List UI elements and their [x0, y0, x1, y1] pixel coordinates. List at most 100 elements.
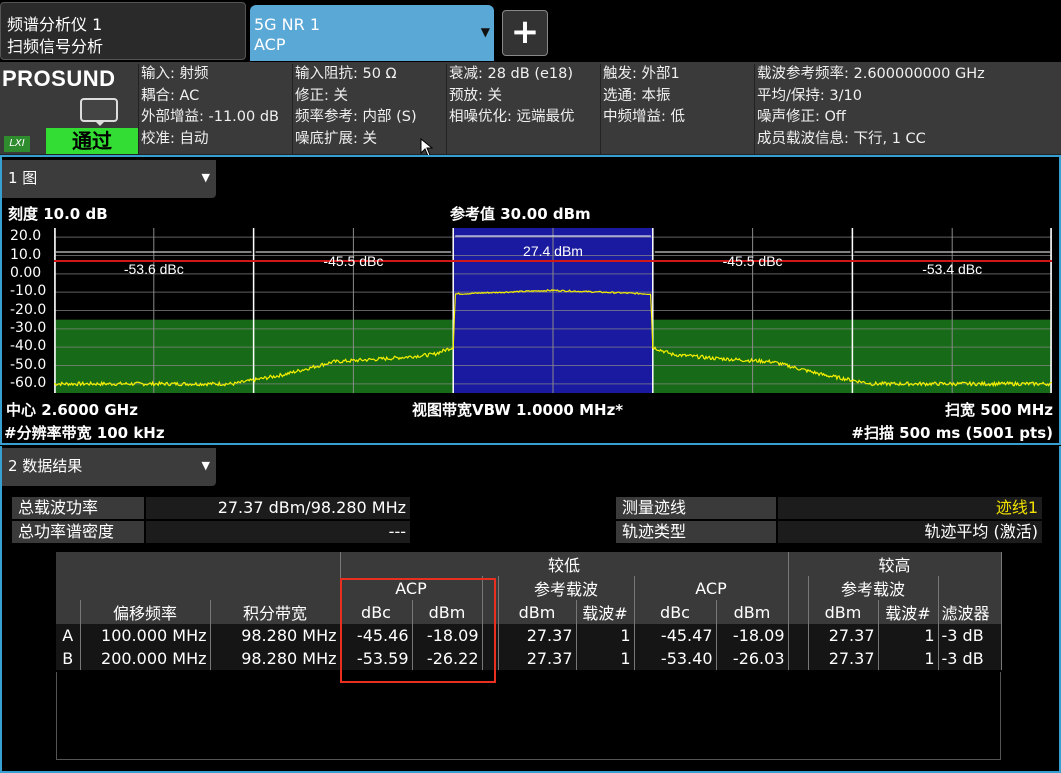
tab-spectrum-analyzer[interactable]: 频谱分析仪 1 扫频信号分析	[0, 2, 246, 60]
cell-low-ref-dbm: 27.37	[498, 647, 577, 670]
tab-subtitle: 扫频信号分析	[7, 37, 104, 56]
tab-title: 5G NR 1	[254, 15, 321, 34]
dropdown-arrow-icon: ▼	[201, 171, 210, 184]
cell-low-ref-dbm: 27.37	[498, 624, 577, 647]
window-1-selector[interactable]: 1 图 ▼	[2, 160, 216, 198]
message-icon[interactable]	[80, 98, 118, 126]
rbw-label[interactable]: #分辨率带宽 100 kHz	[4, 422, 165, 443]
trace-type-value: 轨迹平均 (激活)	[778, 521, 1042, 543]
info-correction: 修正: 关	[295, 87, 348, 104]
y-tick-label: -20.0	[10, 301, 47, 318]
col-integ-bw: 积分带宽	[210, 600, 341, 624]
y-tick-label: -60.0	[10, 374, 47, 391]
table-row[interactable]: A 100.000 MHz 98.280 MHz -45.46 -18.09 2…	[56, 624, 1002, 647]
psd-value: ---	[146, 521, 410, 543]
measure-trace-value[interactable]: 迹线1	[778, 497, 1042, 519]
psd-label: 总功率谱密度	[12, 521, 144, 543]
table-row[interactable]: B 200.000 MHz 98.280 MHz -53.59 -26.22 2…	[56, 647, 1002, 670]
ref-level-label[interactable]: 参考值 30.00 dBm	[450, 203, 591, 224]
add-measurement-button[interactable]: +	[502, 10, 548, 56]
info-input-column[interactable]: 输入: 射频 耦合: AC 外部增益: -11.00 dB 校准: 自动	[138, 64, 292, 154]
trace-type-label: 轨迹类型	[616, 521, 776, 543]
row-label: A	[56, 624, 81, 647]
y-tick-label: -50.0	[10, 356, 47, 373]
info-attenuation: 衰减: 28 dB (e18)	[449, 66, 574, 82]
group-low-header: 较低	[340, 552, 789, 576]
brand-logo: PROSUND	[2, 66, 116, 91]
info-noise-correction: 噪声修正: Off	[757, 109, 846, 125]
info-ext-gain: 外部增益: -11.00 dB	[141, 109, 279, 125]
cell-integ-bw: 98.280 MHz	[210, 624, 341, 647]
info-impedance: 输入阻抗: 50 Ω	[295, 66, 397, 82]
tab-subtitle: ACP	[254, 35, 286, 54]
info-if-gain: 中频增益: 低	[603, 109, 685, 125]
scale-label: 刻度 10.0 dB	[8, 205, 108, 223]
band-dbc-label: -53.4 dBc	[922, 261, 982, 277]
spectrum-plot[interactable]: -53.6 dBc -45.5 dBc -45.5 dBc -53.4 dBc 27.4…	[54, 228, 1052, 393]
cell-high-ref-dbm: 27.37	[808, 647, 879, 670]
total-power-value: 27.37 dBm/98.280 MHz	[146, 497, 410, 519]
info-preamp: 预放: 关	[449, 87, 502, 104]
tab-5gnr-acp[interactable]: 5G NR 1 ACP ▼	[250, 5, 494, 61]
col-high-carrier: 载波#	[878, 600, 939, 624]
cell-high-ref-dbm: 27.37	[808, 624, 879, 647]
cell-high-dbm: -18.09	[716, 624, 789, 647]
status-pass-badge: 通过	[46, 128, 138, 154]
carrier-power-label: 27.4 dBm	[523, 243, 583, 259]
window-2-selector[interactable]: 2 数据结果 ▼	[2, 448, 216, 486]
info-cc-info: 成员载波信息: 下行, 1 CC	[757, 130, 926, 147]
cell-filter: -3 dB	[938, 647, 1002, 670]
row-label: B	[56, 647, 81, 670]
cell-integ-bw: 98.280 MHz	[210, 647, 341, 670]
band-dbc-label: -45.5 dBc	[723, 253, 783, 269]
window-label: 2 数据结果	[8, 457, 83, 475]
acp-results-table: 较低 较高 ACP 参考载波 ACP 参考载波 偏移频率 积分带宽 dBc dB…	[56, 552, 1002, 670]
col-high-dbm: dBm	[716, 600, 789, 624]
info-gate: 选通: 本振	[603, 87, 671, 104]
info-carrier-ref-freq: 载波参考频率: 2.600000000 GHz	[757, 66, 985, 82]
lxi-icon: LXI	[4, 136, 30, 152]
sweep-label[interactable]: #扫描 500 ms (5001 pts)	[851, 422, 1053, 443]
total-power-label: 总载波功率	[12, 497, 144, 519]
col-filter: 滤波器	[938, 600, 1002, 624]
measure-trace-label: 测量迹线	[616, 497, 776, 519]
ref-carrier-low-header: 参考载波	[498, 576, 635, 600]
info-phase-noise: 相噪优化: 远端最优	[449, 109, 575, 125]
info-avg-hold: 平均/保持: 3/10	[757, 87, 862, 104]
col-high-ref-dbm: dBm	[808, 600, 879, 624]
cell-low-carrier: 1	[576, 647, 635, 670]
col-low-ref-dbm: dBm	[498, 600, 577, 624]
info-carrier-column[interactable]: 载波参考频率: 2.600000000 GHz 平均/保持: 3/10 噪声修正…	[754, 64, 1054, 154]
vbw-label[interactable]: 视图带宽VBW 1.0000 MHz*	[412, 399, 623, 420]
center-freq-label[interactable]: 中心 2.6000 GHz	[6, 399, 138, 420]
dropdown-arrow-icon: ▼	[201, 459, 210, 472]
cell-offset-freq: 200.000 MHz	[80, 647, 211, 670]
cell-high-dbc: -45.47	[634, 624, 717, 647]
info-trigger-column[interactable]: 触发: 外部1 选通: 本振 中频增益: 低	[600, 64, 754, 154]
y-tick-label: -10.0	[10, 283, 47, 300]
y-tick-label: 10.0	[10, 246, 42, 263]
span-label[interactable]: 扫宽 500 MHz	[945, 399, 1053, 420]
group-high-header: 较高	[787, 552, 1002, 576]
info-coupling: 耦合: AC	[141, 87, 200, 104]
ref-carrier-high-header: 参考载波	[808, 576, 939, 600]
col-offset-freq: 偏移频率	[80, 600, 211, 624]
cell-high-dbc: -53.40	[634, 647, 717, 670]
cell-low-carrier: 1	[576, 624, 635, 647]
cell-high-dbm: -26.03	[716, 647, 789, 670]
info-align: 校准: 自动	[141, 130, 209, 147]
dropdown-arrow-icon[interactable]: ▼	[481, 25, 490, 39]
acp-highlight-box	[340, 578, 496, 683]
y-tick-label: 20.0	[10, 228, 42, 245]
y-tick-label: 0.00	[10, 264, 42, 281]
col-high-dbc: dBc	[634, 600, 717, 624]
cell-high-carrier: 1	[878, 647, 939, 670]
info-trigger: 触发: 外部1	[603, 66, 680, 82]
table-empty-area	[56, 672, 1001, 760]
y-axis: 20.0 10.0 0.00 -10.0 -20.0 -30.0 -40.0 -50.0 -60…	[0, 228, 54, 393]
y-tick-label: -40.0	[10, 338, 47, 355]
window-label: 1 图	[8, 169, 38, 187]
cell-offset-freq: 100.000 MHz	[80, 624, 211, 647]
info-atten-column[interactable]: 衰减: 28 dB (e18) 预放: 关 相噪优化: 远端最优	[446, 64, 600, 154]
info-input: 输入: 射频	[141, 66, 209, 82]
